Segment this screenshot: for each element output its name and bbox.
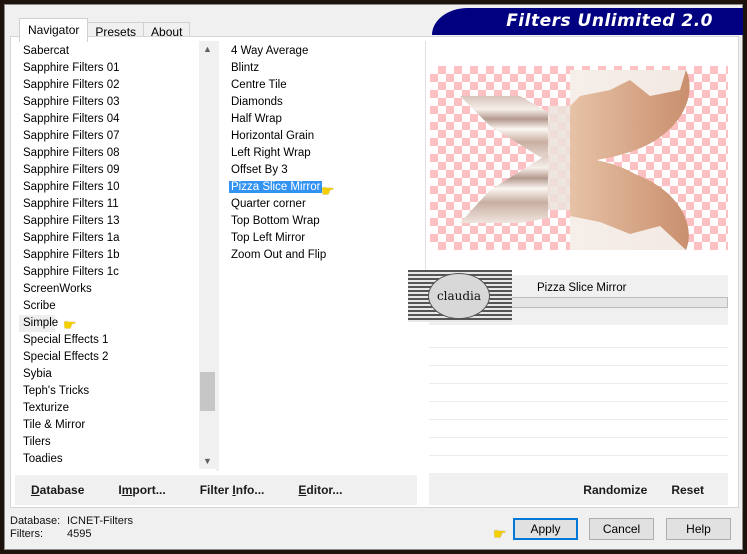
filter-item-label: Horizontal Grain (231, 130, 315, 142)
filter-item[interactable]: Offset By 3 (227, 162, 417, 179)
scroll-thumb[interactable] (200, 372, 215, 411)
randomize-button[interactable]: Randomize (583, 483, 647, 497)
empty-control-rows (429, 347, 728, 479)
database-value: ICNET-Filters (67, 515, 133, 527)
action-label-part: nfo... (235, 483, 265, 497)
art-upper-wedge (460, 96, 548, 162)
action-label-part: D (31, 483, 40, 497)
preview-artwork (460, 70, 690, 250)
action-label-part: atabase (39, 483, 85, 497)
filter-item-label: 4 Way Average (231, 45, 309, 57)
preview-image (430, 66, 728, 250)
pointing-hand-icon: ☛ (63, 317, 77, 334)
filters-count-label: Filters: (10, 528, 43, 540)
navigator-panel: Sabercat Sapphire Filters 01 Sapphire Filt… (10, 36, 739, 508)
pointing-hand-icon: ☛ (321, 183, 335, 200)
category-item[interactable]: Simple (19, 315, 58, 332)
filter-item-label: Top Left Mirror (231, 232, 306, 244)
category-scrollbar[interactable]: ▲ ▼ (199, 41, 216, 469)
scroll-down-icon[interactable]: ▼ (199, 453, 216, 469)
filters-count-value: 4595 (67, 528, 92, 540)
category-item[interactable]: Texturize (19, 400, 199, 417)
category-item[interactable]: Sapphire Filters 09 (19, 162, 199, 179)
watermark-text: claudia (428, 273, 490, 319)
filter-item[interactable]: Blintz (227, 60, 417, 77)
category-item[interactable]: Special Effects 1 (19, 332, 199, 349)
category-item[interactable]: Sapphire Filters 10 (19, 179, 199, 196)
import-button[interactable]: Import... (118, 483, 165, 497)
action-label-part: Filter (199, 483, 233, 497)
category-item[interactable]: Sapphire Filters 1b (19, 247, 199, 264)
category-item[interactable]: Teph's Tricks (19, 383, 199, 400)
selected-filter-name: Pizza Slice Mirror (537, 282, 627, 294)
help-button[interactable]: Help (666, 518, 731, 540)
tab-navigator[interactable]: Navigator (19, 18, 89, 42)
filter-item-label: Zoom Out and Flip (231, 249, 327, 261)
category-item[interactable]: Scribe (19, 298, 199, 315)
category-item[interactable]: Sapphire Filters 02 (19, 77, 199, 94)
filter-item[interactable]: Centre Tile (227, 77, 417, 94)
database-button[interactable]: Database (31, 483, 84, 497)
app-title: Filters Unlimited 2.0 (506, 11, 713, 31)
art-lower-wedge (460, 154, 548, 223)
title-banner: Filters Unlimited 2.0 (432, 8, 743, 35)
filter-item[interactable]: Top Bottom Wrap (227, 213, 417, 230)
category-item[interactable]: Toadies (19, 451, 199, 465)
apply-button[interactable]: Apply (513, 518, 578, 540)
filter-item[interactable]: 4 Way Average (227, 43, 417, 60)
art-center-block (548, 106, 570, 210)
category-item[interactable]: Special Effects 2 (19, 349, 199, 366)
filter-item-label: Blintz (231, 62, 260, 74)
filter-item[interactable]: Zoom Out and Flip (227, 247, 417, 264)
filter-item[interactable]: Diamonds (227, 94, 417, 111)
category-item[interactable]: Sapphire Filters 08 (19, 145, 199, 162)
filter-item-label: Centre Tile (231, 79, 287, 91)
action-label-part: m (121, 483, 133, 497)
filter-item-label: Pizza Slice Mirror (229, 181, 323, 193)
category-item[interactable]: Sapphire Filters 11 (19, 196, 199, 213)
filter-item-label: Left Right Wrap (231, 147, 311, 159)
category-item[interactable]: Sapphire Filters 13 (19, 213, 199, 230)
category-item[interactable]: Sapphire Filters 03 (19, 94, 199, 111)
filter-item[interactable]: Left Right Wrap (227, 145, 417, 162)
category-item[interactable]: ScreenWorks (19, 281, 199, 298)
watermark-logo: claudia (408, 270, 512, 322)
reset-button[interactable]: Reset (671, 483, 704, 497)
filter-item-label: Diamonds (231, 96, 283, 108)
category-item[interactable]: Tilers (19, 434, 199, 451)
filter-item[interactable]: Half Wrap (227, 111, 417, 128)
filter-item-label: Quarter corner (231, 198, 306, 210)
database-label: Database: (10, 515, 61, 527)
category-item[interactable]: Tile & Mirror (19, 417, 199, 434)
action-label-part: ditor... (306, 483, 343, 497)
pointing-hand-icon: ☛ (493, 526, 507, 543)
category-item[interactable]: Sapphire Filters 07 (19, 128, 199, 145)
category-item[interactable]: Sapphire Filters 1a (19, 230, 199, 247)
category-item[interactable]: Sybia (19, 366, 199, 383)
filter-item-label: Half Wrap (231, 113, 282, 125)
status-area: Database: ICNET-Filters Filters: 4595 (10, 515, 133, 541)
scroll-up-icon[interactable]: ▲ (199, 41, 216, 57)
filter-list[interactable]: 4 Way Average Blintz Centre Tile Diamonds Ha… (227, 43, 417, 264)
filter-item-label: Top Bottom Wrap (231, 215, 320, 227)
cancel-button[interactable]: Cancel (589, 518, 654, 540)
filter-item[interactable]: Horizontal Grain (227, 128, 417, 145)
category-list[interactable]: Sabercat Sapphire Filters 01 Sapphire Filt… (19, 43, 199, 465)
category-item[interactable]: Sapphire Filters 1c (19, 264, 199, 281)
list-divider (216, 41, 219, 471)
action-label-part: port... (132, 483, 166, 497)
filter-item[interactable]: Top Left Mirror (227, 230, 417, 247)
filter-item-label: Offset By 3 (231, 164, 288, 176)
category-item[interactable]: Sapphire Filters 01 (19, 60, 199, 77)
preview-actions: Randomize Reset (429, 475, 728, 505)
category-item[interactable]: Sabercat (19, 43, 199, 60)
filter-info-button[interactable]: Filter Info... (200, 483, 265, 497)
navigator-actions: Database Import... Filter Info... Editor... (15, 475, 417, 505)
category-item[interactable]: Sapphire Filters 04 (19, 111, 199, 128)
editor-button[interactable]: Editor... (298, 483, 342, 497)
